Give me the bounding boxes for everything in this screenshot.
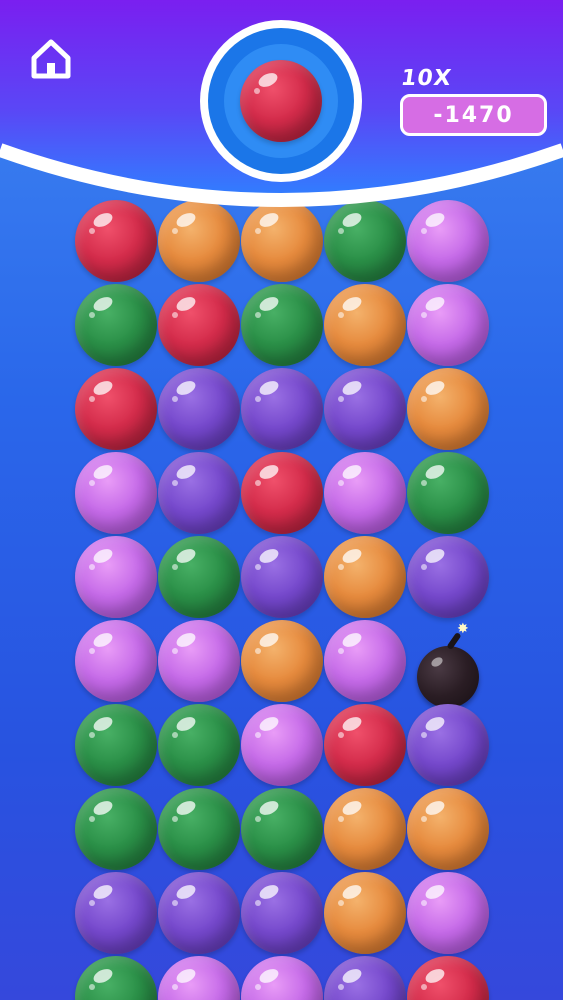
game-screen: ✸ 10X -1470: [0, 0, 563, 1000]
bubble-launcher[interactable]: [200, 20, 362, 182]
bubble-orange[interactable]: [407, 368, 489, 450]
bubble-purple[interactable]: [158, 452, 240, 534]
home-icon: [31, 39, 71, 79]
bubble-purple[interactable]: [324, 368, 406, 450]
bubble-purple[interactable]: [241, 368, 323, 450]
bubble-pink[interactable]: [158, 956, 240, 1000]
bubble-pink[interactable]: [407, 284, 489, 366]
current-bubble: [240, 60, 322, 142]
bubble-orange[interactable]: [324, 536, 406, 618]
bubble-pink[interactable]: [75, 536, 157, 618]
bubble-red[interactable]: [75, 368, 157, 450]
bubble-green[interactable]: [158, 536, 240, 618]
bubble-green[interactable]: [158, 704, 240, 786]
bubble-red[interactable]: [324, 704, 406, 786]
bubble-pink[interactable]: [407, 872, 489, 954]
bubble-purple[interactable]: [324, 956, 406, 1000]
bubble-purple[interactable]: [407, 704, 489, 786]
bubble-red[interactable]: [158, 284, 240, 366]
bubble-orange[interactable]: [324, 788, 406, 870]
bubble-green[interactable]: [241, 788, 323, 870]
bubble-purple[interactable]: [241, 536, 323, 618]
score-value: -1470: [433, 102, 514, 128]
bubble-purple[interactable]: [407, 536, 489, 618]
bubble-pink[interactable]: [75, 620, 157, 702]
bubble-pink[interactable]: [241, 704, 323, 786]
bubble-green[interactable]: [407, 452, 489, 534]
bubble-pink[interactable]: [324, 452, 406, 534]
bubble-pink[interactable]: [241, 956, 323, 1000]
bubble-green[interactable]: [75, 788, 157, 870]
bubble-pink[interactable]: [324, 620, 406, 702]
bubble-green[interactable]: [241, 284, 323, 366]
bubble-green[interactable]: [75, 704, 157, 786]
score-box: -1470: [400, 94, 547, 136]
bubble-orange[interactable]: [407, 788, 489, 870]
bubble-red[interactable]: [407, 956, 489, 1000]
bomb-icon[interactable]: ✸: [417, 622, 479, 708]
bubble-orange[interactable]: [324, 284, 406, 366]
bubble-purple[interactable]: [158, 872, 240, 954]
bubble-orange[interactable]: [324, 872, 406, 954]
bubble-green[interactable]: [158, 788, 240, 870]
bubble-purple[interactable]: [241, 872, 323, 954]
bubble-pink[interactable]: [75, 452, 157, 534]
multiplier-label: 10X: [399, 66, 454, 91]
bubble-green[interactable]: [75, 956, 157, 1000]
bubble-orange[interactable]: [241, 620, 323, 702]
bubble-purple[interactable]: [158, 368, 240, 450]
home-button[interactable]: [26, 34, 76, 84]
bubble-green[interactable]: [75, 284, 157, 366]
bubble-pink[interactable]: [158, 620, 240, 702]
bubble-purple[interactable]: [75, 872, 157, 954]
bubble-red[interactable]: [241, 452, 323, 534]
